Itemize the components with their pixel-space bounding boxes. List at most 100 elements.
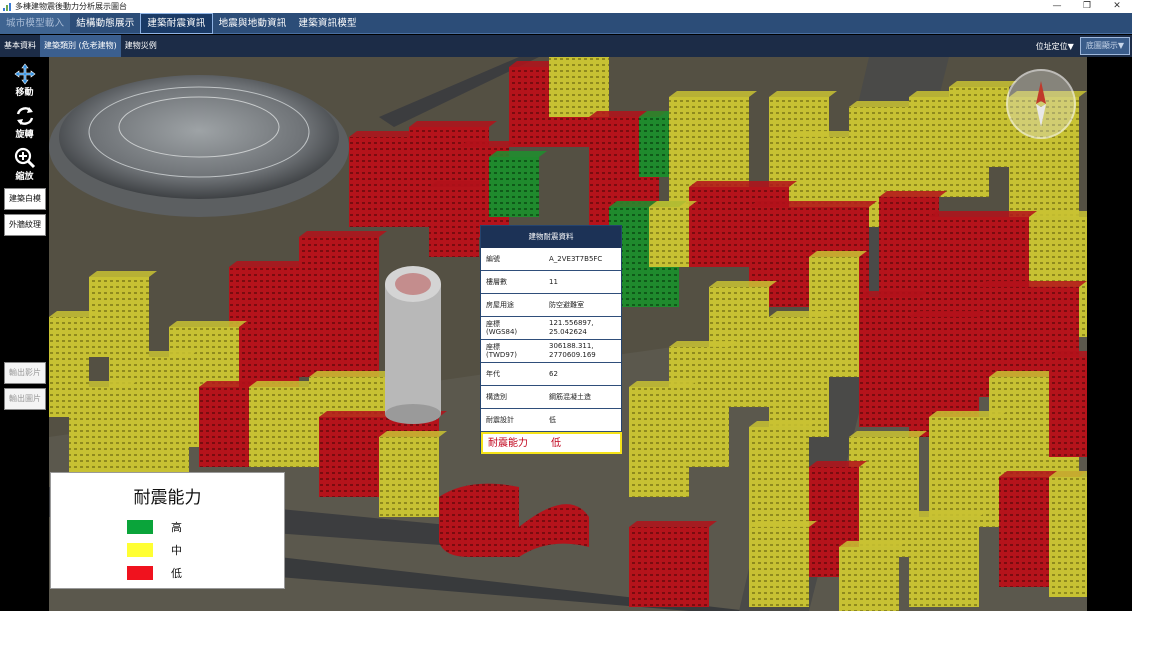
info-row: 編號 A_2VE3T7B5FC — [481, 248, 621, 271]
building-roof — [929, 411, 1007, 417]
info-value: 低 — [549, 415, 556, 424]
info-key: 耐震能力 — [488, 437, 528, 449]
tab-basic-info[interactable]: 基本資料 — [0, 35, 40, 57]
building-roof — [169, 321, 247, 327]
move-label: 移動 — [15, 88, 34, 98]
app-logo-icon — [3, 2, 12, 11]
building-roof — [749, 201, 877, 207]
building-block — [349, 137, 409, 227]
building-roof — [909, 311, 987, 317]
white-model-button[interactable]: 建築白模 — [4, 188, 46, 210]
building-block — [749, 527, 809, 607]
building-block — [489, 157, 539, 217]
app-window: 多棟建物震後動力分析展示圖台 — ❐ ✕ 城市模型載入 結構動態展示 建築耐震資… — [0, 0, 1132, 611]
building-block — [649, 207, 689, 267]
map-3d-viewport[interactable]: 建物耐震資料 編號 A_2VE3T7B5FC 樓層數 11 房屋用途 防空避難室 座標 (W… — [49, 57, 1087, 611]
info-key: 編號 — [486, 255, 500, 263]
building-block — [249, 387, 309, 467]
basemap-display-dropdown[interactable]: 底圖顯示▼ — [1079, 37, 1130, 55]
building-block — [749, 427, 809, 527]
building-roof — [879, 191, 947, 197]
info-value: A_2VE3T7B5FC — [549, 254, 603, 263]
wall-texture-button[interactable]: 外牆紋理 — [4, 214, 46, 236]
building-roof — [299, 231, 387, 237]
info-row-seismic-capacity: 耐震能力 低 — [481, 432, 622, 454]
building-roof — [859, 291, 927, 297]
building-block — [849, 437, 919, 557]
legend-swatch — [127, 543, 153, 557]
building-roof — [309, 371, 397, 377]
menu-bim[interactable]: 建築資訊模型 — [293, 13, 363, 34]
title-bar: 多棟建物震後動力分析展示圖台 — ❐ ✕ — [0, 0, 1132, 13]
menu-earthquake-ground-motion[interactable]: 地震與地動資訊 — [213, 13, 293, 34]
building-roof — [929, 211, 1037, 217]
building-roof — [949, 81, 1017, 87]
menu-seismic-info[interactable]: 建築耐震資訊 — [140, 12, 213, 34]
compass-widget[interactable] — [1006, 69, 1076, 139]
window-title: 多棟建物震後動力分析展示圖台 — [15, 2, 127, 11]
building-block — [929, 417, 999, 527]
move-tool[interactable]: 移動 — [4, 63, 45, 98]
selected-building — [385, 266, 441, 424]
info-value: 306188.311, 2770609.169 — [549, 342, 596, 359]
legend-swatch — [127, 520, 153, 534]
info-key: 座標 (TWD97) — [486, 343, 517, 359]
building-block — [299, 237, 379, 377]
building-roof — [629, 381, 697, 387]
export-video-button[interactable]: 輸出影片 — [4, 362, 46, 384]
legend-label: 高 — [171, 521, 182, 534]
zoom-label: 縮放 — [15, 172, 34, 182]
building-block — [379, 437, 439, 517]
building-roof — [349, 131, 417, 137]
info-value: 低 — [551, 437, 561, 449]
address-locate-dropdown[interactable]: 位址定位▼ — [1030, 41, 1080, 52]
seismic-legend: 耐震能力 高中低 — [50, 472, 285, 589]
building-roof — [769, 91, 837, 97]
info-row: 座標 (WGS84) 121.556897, 25.042624 — [481, 317, 621, 340]
building-roof — [839, 541, 907, 547]
building-roof — [249, 381, 317, 387]
building-block — [89, 277, 149, 357]
info-value: 鋼筋混凝土造 — [549, 392, 591, 401]
building-roof — [229, 261, 307, 267]
rotate-label: 旋轉 — [15, 130, 34, 140]
info-row: 座標 (TWD97) 306188.311, 2770609.169 — [481, 340, 621, 363]
maximize-button[interactable]: ❐ — [1072, 0, 1102, 13]
building-roof — [409, 121, 497, 127]
info-key: 耐震設計 — [486, 416, 514, 424]
building-block — [629, 387, 689, 497]
building-roof — [629, 521, 717, 527]
info-value: 防空避難室 — [549, 300, 584, 309]
building-block — [629, 527, 709, 607]
close-button[interactable]: ✕ — [1102, 0, 1132, 13]
building-info-panel: 建物耐震資料 編號 A_2VE3T7B5FC 樓層數 11 房屋用途 防空避難室 座標 (W… — [480, 225, 622, 454]
menu-structure-dynamics[interactable]: 結構動態展示 — [70, 13, 140, 34]
building-roof — [769, 311, 837, 317]
legend-item: 低 — [127, 565, 182, 581]
rotate-tool[interactable]: 旋轉 — [4, 105, 45, 140]
main-menu-bar: 城市模型載入 結構動態展示 建築耐震資訊 地震與地動資訊 建築資訊模型 — [0, 12, 1132, 34]
export-image-button[interactable]: 輸出圖片 — [4, 388, 46, 410]
building-roof — [459, 141, 517, 147]
building-roof — [909, 511, 987, 517]
building-roof — [749, 421, 817, 427]
minimize-button[interactable]: — — [1042, 0, 1072, 13]
building-block — [839, 547, 899, 611]
menu-city-model-load[interactable]: 城市模型載入 — [0, 12, 71, 34]
tab-building-category[interactable]: 建築類別 (危老建物) — [40, 35, 121, 57]
building-roof — [649, 201, 697, 207]
building-roof — [749, 521, 817, 527]
building-roof — [429, 181, 487, 187]
building-roof — [809, 251, 867, 257]
building-roof — [979, 281, 1087, 287]
info-value: 121.556897, 25.042624 — [549, 319, 594, 336]
left-toolbar: 移動 旋轉 縮放 建築白模 外牆紋理 輸出影片 輸出圖片 — [0, 57, 49, 611]
tab-building-disasters[interactable]: 建物災例 — [121, 35, 161, 57]
rotate-icon — [16, 107, 33, 125]
building-roof — [489, 151, 547, 157]
compass-needle-icon — [1036, 81, 1046, 127]
zoom-icon — [14, 147, 35, 169]
legend-label: 低 — [171, 567, 182, 580]
info-row: 年代 62 — [481, 363, 621, 386]
zoom-tool[interactable]: 縮放 — [4, 147, 45, 182]
